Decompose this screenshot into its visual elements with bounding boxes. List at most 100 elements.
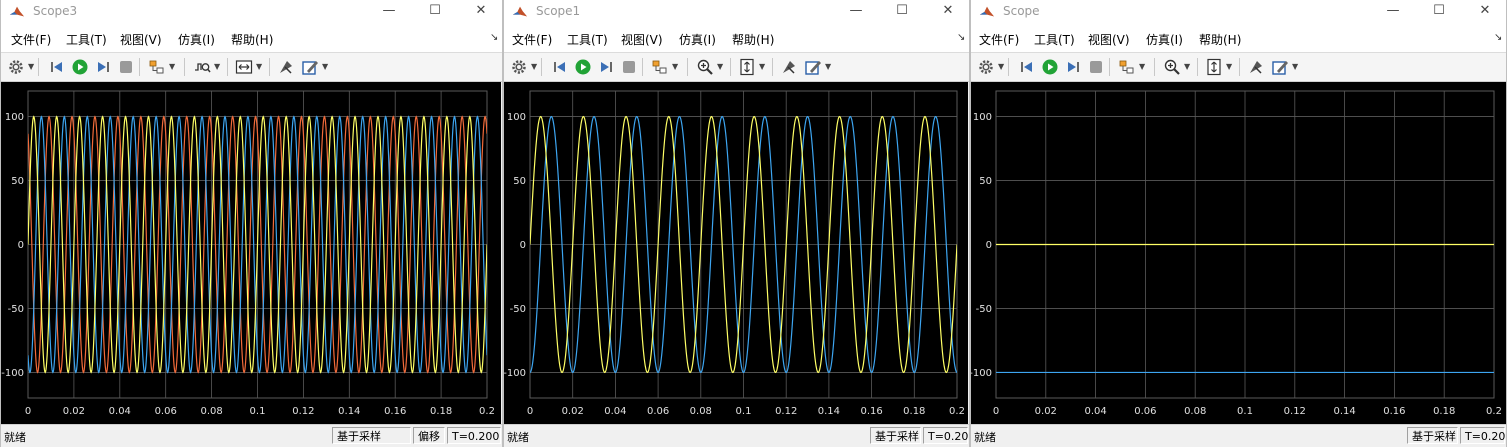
x-tick-label: 0.16 [860, 406, 882, 417]
x-tick-label: 0.04 [604, 406, 626, 417]
chevron-down-icon[interactable]: ▼ [1226, 62, 1232, 71]
autoscale-x-icon[interactable] [235, 58, 253, 76]
menu-item-help[interactable]: 帮助(H) [231, 31, 273, 48]
y-tick-label: 100 [507, 112, 526, 123]
scope-plot[interactable]: 0 0.02 0.04 0.06 0.08 0.1 0.12 0.14 0.16 0.18 0.2 1… [504, 82, 968, 427]
highlight-block-icon[interactable] [780, 58, 798, 76]
chevron-down-icon[interactable]: ▼ [169, 62, 175, 71]
run-icon[interactable] [574, 58, 592, 76]
chevron-down-icon[interactable]: ▼ [717, 62, 723, 71]
close-button[interactable]: ✕ [925, 0, 969, 24]
menu-item-view[interactable]: 视图(V) [1088, 31, 1130, 48]
y-tick-label: -50 [8, 304, 24, 315]
menu-item-simulation[interactable]: 仿真(I) [1146, 31, 1183, 48]
stop-icon[interactable] [117, 58, 135, 76]
y-tick-label: 0 [18, 240, 24, 251]
style-pen-icon[interactable] [301, 58, 319, 76]
menu-item-help[interactable]: 帮助(H) [732, 31, 774, 48]
menu-item-help[interactable]: 帮助(H) [1199, 31, 1241, 48]
maximize-button[interactable]: ☐ [412, 0, 458, 24]
menu-item-simulation[interactable]: 仿真(I) [679, 31, 716, 48]
maximize-button[interactable]: ☐ [1416, 0, 1462, 24]
x-tick-label: 0.08 [200, 406, 222, 417]
settings-gear-icon[interactable] [7, 58, 25, 76]
chevron-down-icon[interactable]: ▼ [1139, 62, 1145, 71]
menu-overflow-arrow[interactable]: ↘ [1494, 32, 1502, 43]
settings-gear-icon[interactable] [510, 58, 528, 76]
chevron-down-icon[interactable]: ▼ [759, 62, 765, 71]
menu-overflow-arrow[interactable]: ↘ [490, 32, 498, 43]
autoscale-y-icon[interactable] [738, 58, 756, 76]
chevron-down-icon[interactable]: ▼ [256, 62, 262, 71]
run-icon[interactable] [1041, 58, 1059, 76]
stop-icon[interactable] [620, 58, 638, 76]
status-field: 基于采样 [332, 427, 411, 444]
menu-item-tools[interactable]: 工具(T) [1034, 31, 1075, 48]
chevron-down-icon[interactable]: ▼ [214, 62, 220, 71]
step-back-icon[interactable] [1018, 58, 1036, 76]
status-bar: 就绪 基于采样T=0.200 [971, 424, 1506, 447]
signal-selection-icon[interactable] [148, 58, 166, 76]
status-field: T=0.200 [1460, 427, 1506, 444]
scope-plot[interactable]: 0 0.02 0.04 0.06 0.08 0.1 0.12 0.14 0.16 0.18 0.2 1… [971, 82, 1506, 427]
menu-item-view[interactable]: 视图(V) [120, 31, 162, 48]
step-forward-icon[interactable] [1064, 58, 1082, 76]
signal-selection-icon[interactable] [1118, 58, 1136, 76]
status-ready-text: 就绪 [974, 431, 996, 444]
minimize-button[interactable]: — [366, 0, 412, 24]
menu-item-file[interactable]: 文件(F) [979, 31, 1019, 48]
style-pen-icon[interactable] [804, 58, 822, 76]
minimize-button[interactable]: — [1370, 0, 1416, 24]
y-tick-label: -50 [976, 304, 992, 315]
x-tick-label: 0.06 [1134, 406, 1156, 417]
settings-gear-icon[interactable] [977, 58, 995, 76]
step-back-icon[interactable] [48, 58, 66, 76]
menu-item-tools[interactable]: 工具(T) [66, 31, 107, 48]
toolbar-separator [1197, 58, 1198, 76]
y-tick-label: -100 [504, 368, 526, 379]
menu-overflow-arrow[interactable]: ↘ [957, 32, 965, 43]
menu-item-simulation[interactable]: 仿真(I) [178, 31, 215, 48]
status-field: 基于采样 [870, 427, 921, 444]
chevron-down-icon[interactable]: ▼ [825, 62, 831, 71]
close-button[interactable]: ✕ [1462, 0, 1506, 24]
zoom-in-icon[interactable] [696, 58, 714, 76]
step-back-icon[interactable] [551, 58, 569, 76]
x-tick-label: 0 [527, 406, 533, 417]
menu-item-file[interactable]: 文件(F) [512, 31, 552, 48]
step-forward-icon[interactable] [94, 58, 112, 76]
chevron-down-icon[interactable]: ▼ [672, 62, 678, 71]
signal-selection-icon[interactable] [651, 58, 669, 76]
stop-icon[interactable] [1087, 58, 1105, 76]
highlight-block-icon[interactable] [1247, 58, 1265, 76]
toolbar-separator [38, 58, 39, 76]
scope-plot[interactable]: 0 0.02 0.04 0.06 0.08 0.1 0.12 0.14 0.16 0.18 0.2 1… [1, 82, 501, 427]
trigger-icon[interactable] [193, 58, 211, 76]
maximize-button[interactable]: ☐ [879, 0, 925, 24]
y-tick-label: -50 [510, 304, 526, 315]
x-tick-label: 0.02 [1035, 406, 1057, 417]
x-tick-label: 0.12 [292, 406, 314, 417]
window-title: Scope3 [33, 4, 78, 18]
zoom-in-icon[interactable] [1163, 58, 1181, 76]
step-forward-icon[interactable] [597, 58, 615, 76]
run-icon[interactable] [71, 58, 89, 76]
menu-item-view[interactable]: 视图(V) [621, 31, 663, 48]
menu-item-file[interactable]: 文件(F) [11, 31, 51, 48]
menu-item-tools[interactable]: 工具(T) [567, 31, 608, 48]
close-button[interactable]: ✕ [458, 0, 502, 24]
scope-axes: 0 0.02 0.04 0.06 0.08 0.1 0.12 0.14 0.16 0.18 0.2 1… [504, 82, 968, 424]
x-tick-label: 0.08 [1184, 406, 1206, 417]
chevron-down-icon[interactable]: ▼ [998, 62, 1004, 71]
window-title: Scope1 [536, 4, 581, 18]
chevron-down-icon[interactable]: ▼ [322, 62, 328, 71]
chevron-down-icon[interactable]: ▼ [1292, 62, 1298, 71]
autoscale-y-icon[interactable] [1205, 58, 1223, 76]
chevron-down-icon[interactable]: ▼ [531, 62, 537, 71]
minimize-button[interactable]: — [833, 0, 879, 24]
matlab-logo-icon [9, 4, 25, 20]
chevron-down-icon[interactable]: ▼ [28, 62, 34, 71]
style-pen-icon[interactable] [1271, 58, 1289, 76]
chevron-down-icon[interactable]: ▼ [1184, 62, 1190, 71]
highlight-block-icon[interactable] [277, 58, 295, 76]
